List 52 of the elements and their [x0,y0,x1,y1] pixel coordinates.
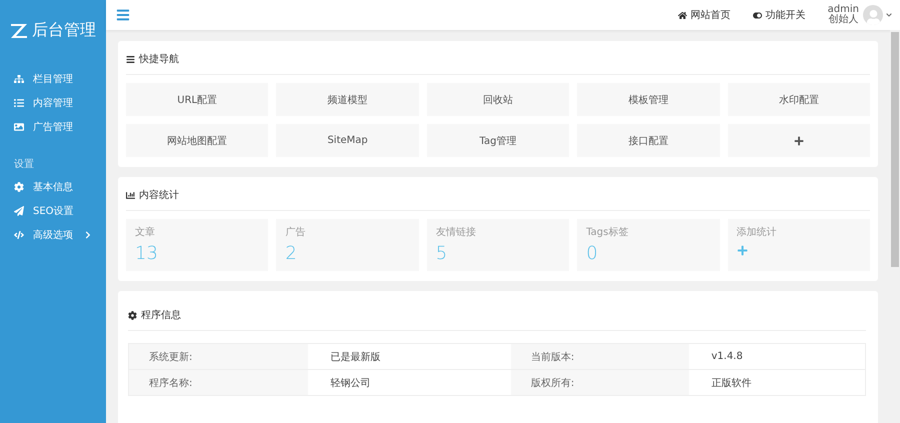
top-link[interactable]: 功能开关 [752,8,806,22]
nav-button[interactable]: 模板管理 [577,83,720,116]
value-cell: 已是最新版 [308,344,511,370]
stat-value: 2 [285,245,298,263]
card-title: 程序信息 [141,308,181,322]
image-icon [14,122,24,132]
card-title: 快捷导航 [139,52,179,66]
stat-label: Tags标签 [586,226,630,239]
plane-icon [14,206,24,216]
stat-label: 广告 [285,226,306,239]
menu-icon[interactable] [116,8,130,22]
section-label: 设置 [13,158,35,172]
caret-icon[interactable] [886,12,892,18]
code-icon [14,230,24,240]
stat-label: 文章 [135,226,156,239]
label-cell: 当前版本: [510,344,690,370]
logo-text: 后台管理 [32,20,96,41]
toggle-icon [752,10,762,20]
label-cell: 版权所有: [510,370,690,396]
value-cell: 正版软件 [689,370,866,396]
value-cell: 轻钢公司 [308,370,511,396]
top-link[interactable]: 网站首页 [678,8,731,22]
nav-button[interactable]: 接口配置 [577,124,720,157]
gear-icon [14,182,24,192]
label-cell: 程序名称: [128,370,308,396]
gear-icon [128,310,137,320]
stat-label: 添加统计 [736,226,778,239]
stat-label: 友情链接 [436,226,477,239]
nav-button[interactable]: Tag管理 [426,124,570,157]
user-role: 创始人 [828,15,858,25]
nav-button[interactable]: 水印配置 [728,83,870,116]
nav-button[interactable]: URL配置 [126,83,268,116]
chart-icon [126,190,135,200]
list-icon [14,98,24,108]
stat-value: 0 [586,245,599,263]
user-name: admin [828,5,859,15]
nav-button[interactable]: SiteMap [276,124,419,157]
card-title: 内容统计 [139,188,179,202]
value-cell: v1.4.8 [689,344,866,370]
home-icon [678,10,687,20]
nav-button[interactable]: 网站地图配置 [126,124,268,157]
sitemap-icon [14,74,24,84]
plus-icon [736,245,748,256]
label-cell: 系统更新: [128,344,308,370]
nav-button[interactable]: 回收站 [426,83,570,116]
add-button[interactable] [728,124,870,157]
plus-icon [794,136,804,146]
stat-value: 13 [135,245,159,263]
stat-value: 5 [436,245,448,263]
logo-icon [10,22,28,38]
nav-button[interactable]: 频道模型 [276,83,419,116]
menu-icon [126,54,135,64]
